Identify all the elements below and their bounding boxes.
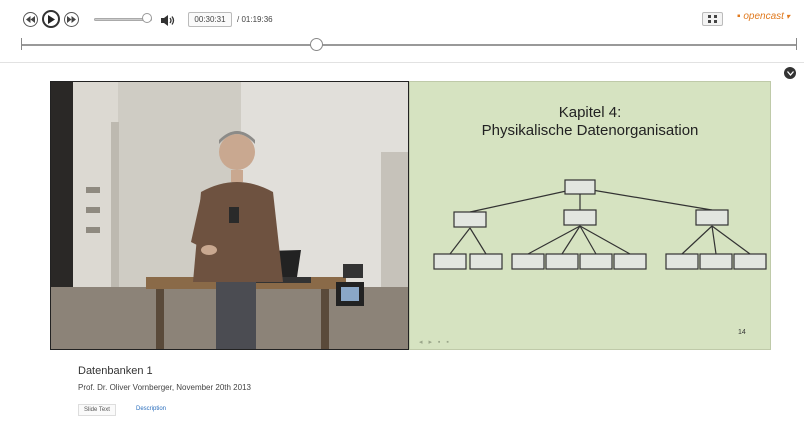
play-icon [48,14,55,24]
volume-slider-thumb[interactable] [142,13,153,23]
layout-grid-icon [708,15,717,23]
tab-description[interactable]: Description [131,404,171,416]
chevron-down-icon: ▾ [785,12,790,21]
slide-page-number: 14 [738,329,746,336]
current-time-field[interactable]: 00:30:31 [188,12,232,27]
seek-bar[interactable] [22,44,797,46]
tab-slide-text[interactable]: Slide Text [78,404,116,416]
lecture-subtitle: Prof. Dr. Oliver Vornberger, November 20… [78,383,251,392]
seek-bar-end [796,38,797,50]
opencast-logo[interactable]: ▪ opencast ▾ [737,11,790,22]
opencast-logo-text: opencast [743,11,784,22]
fast-forward-button[interactable] [64,12,79,27]
seek-bar-thumb[interactable] [310,38,323,51]
fast-forward-icon [67,16,76,23]
b-tree-diagram [433,179,767,270]
rewind-button[interactable] [23,12,38,27]
player-page: 00:30:31 / 01:19:36 ▪ opencast ▾ Kapitel… [0,0,804,421]
chevron-down-icon [786,70,794,76]
total-duration: / 01:19:36 [237,15,273,24]
rewind-icon [26,16,35,23]
collapse-button[interactable] [784,67,796,79]
divider [0,62,804,63]
lecture-title: Datenbanken 1 [78,365,153,377]
slide-video[interactable]: Kapitel 4: Physikalische Datenorganisati… [409,81,771,350]
presenter-video-frame [51,82,408,349]
volume-button[interactable] [161,13,175,31]
presenter-video[interactable] [50,81,409,350]
speaker-icon [161,15,175,26]
slide-controls: ◂ ▸ ▪ ▪ [419,339,451,346]
play-button[interactable] [42,10,60,28]
layout-toggle-button[interactable] [702,12,723,26]
